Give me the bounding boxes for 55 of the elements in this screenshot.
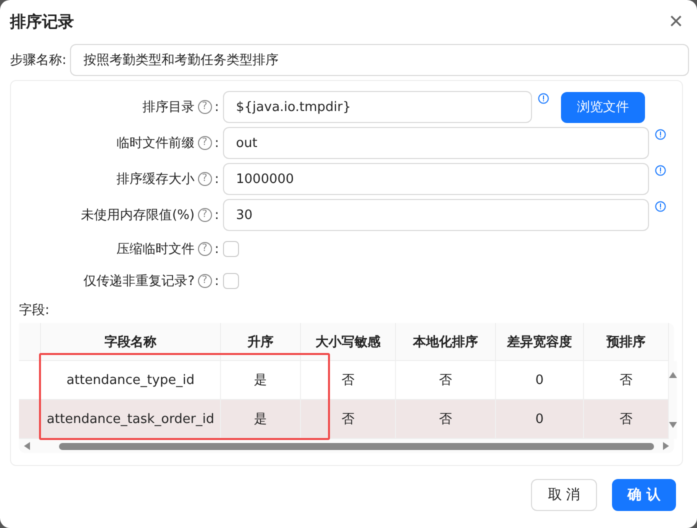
text-field[interactable]: out: [223, 127, 649, 159]
column-header: 大小写敏感: [301, 323, 396, 361]
column-header: 升序: [221, 323, 301, 361]
info-icon: [655, 129, 666, 140]
column-header: 本地化排序: [396, 323, 496, 361]
field-label: 排序缓存大小: [116, 171, 195, 188]
table-cell: 是: [221, 400, 301, 439]
confirm-button[interactable]: 确 认: [612, 479, 676, 511]
table-cell: attendance_task_order_id: [41, 400, 221, 439]
colon: :: [214, 136, 219, 150]
info-icon: [538, 93, 549, 104]
help-icon: ?: [198, 208, 212, 222]
left-arrow-icon[interactable]: [23, 442, 31, 450]
column-header: 字段名称: [41, 323, 221, 361]
checkbox[interactable]: [223, 241, 239, 257]
header-cell: [19, 323, 41, 361]
right-arrow-icon[interactable]: [662, 442, 670, 450]
table-cell: 0: [496, 400, 584, 439]
text-field[interactable]: 1000000: [223, 163, 649, 195]
browse-button[interactable]: 浏览文件: [561, 92, 645, 122]
dialog-title: 排序记录: [10, 12, 74, 32]
help-icon: ?: [198, 100, 212, 114]
step-name-field[interactable]: 按照考勤类型和考勤任务类型排序: [70, 44, 689, 76]
help-icon: ?: [198, 136, 212, 150]
column-header: 预排序: [584, 323, 669, 361]
text-field[interactable]: 30: [223, 199, 649, 231]
info-icon: [655, 201, 666, 212]
help-icon: ?: [198, 274, 212, 288]
column-header: 差异宽容度: [496, 323, 584, 361]
close-button[interactable]: ×: [662, 10, 689, 34]
up-arrow-icon[interactable]: [669, 371, 677, 379]
table-row[interactable]: attendance_task_order_id 是 否 否 0 否: [19, 400, 669, 439]
help-icon: ?: [198, 172, 212, 186]
colon: :: [214, 100, 219, 114]
down-arrow-icon[interactable]: [669, 421, 677, 429]
table-row[interactable]: attendance_type_id 是 否 否 0 否: [19, 361, 669, 400]
checkbox[interactable]: [223, 273, 239, 289]
field-label: 仅传递非重复记录?: [84, 273, 195, 290]
field-label: 排序目录: [142, 99, 195, 116]
field-label: 未使用内存限值(%): [81, 207, 195, 224]
colon: :: [214, 208, 219, 222]
colon: :: [214, 172, 219, 186]
table-cell: 否: [301, 400, 396, 439]
colon: :: [214, 274, 219, 288]
table-label: 字段:: [19, 302, 50, 319]
field-label: 步骤名称:: [10, 52, 66, 69]
info-icon: [655, 165, 666, 176]
cancel-button[interactable]: 取 消: [531, 479, 597, 511]
help-icon: ?: [198, 242, 212, 256]
scrollbar-thumb[interactable]: [59, 442, 654, 450]
text-field[interactable]: ${java.io.tmpdir}: [223, 91, 532, 123]
field-label: 临时文件前缀: [116, 135, 195, 152]
field-label: 压缩临时文件: [116, 241, 195, 258]
colon: :: [214, 242, 219, 256]
table-cell: 否: [396, 400, 496, 439]
